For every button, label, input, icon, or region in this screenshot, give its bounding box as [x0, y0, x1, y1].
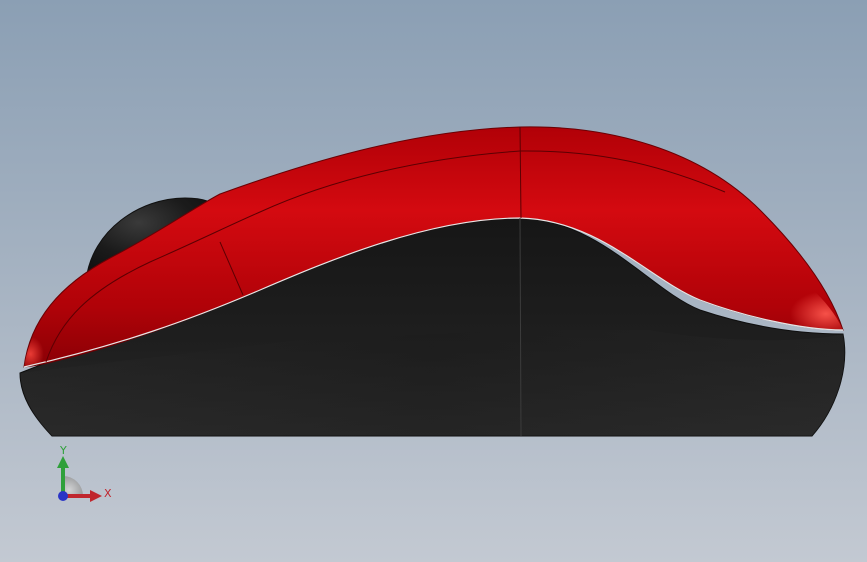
y-axis-arrow-icon	[57, 456, 69, 468]
y-axis-label: Y	[59, 444, 67, 457]
x-axis-label: X	[104, 487, 112, 500]
mouse-model[interactable]	[0, 0, 867, 562]
x-axis-arrow-icon	[90, 490, 102, 502]
graphics-viewport[interactable]: Y X	[0, 0, 867, 562]
coordinate-triad: Y X	[57, 444, 112, 502]
z-axis-icon	[58, 491, 68, 501]
